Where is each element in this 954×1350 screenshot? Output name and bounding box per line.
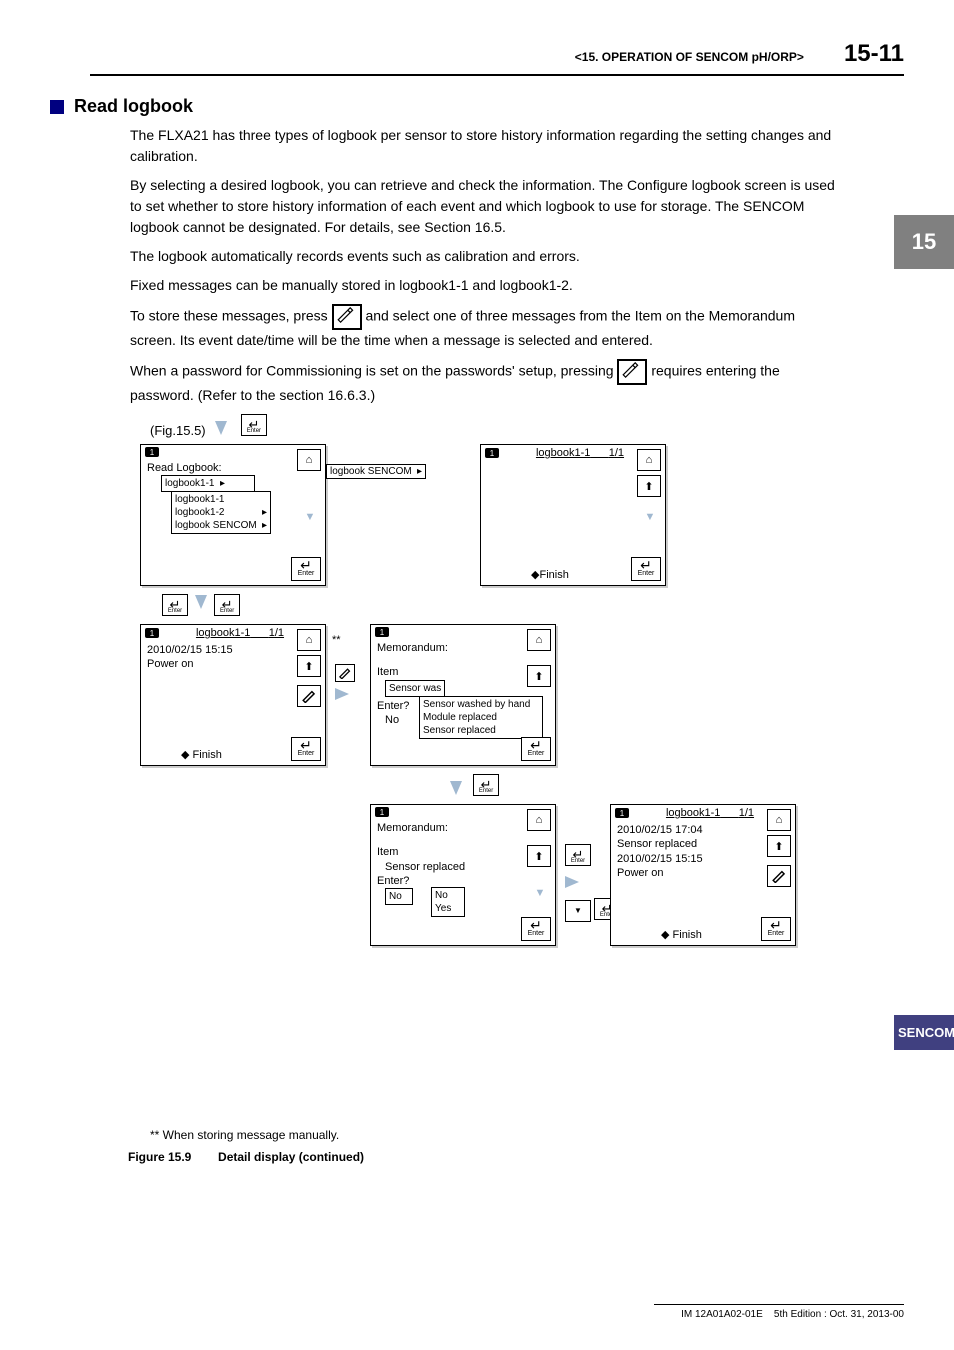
item-option[interactable]: Sensor replaced xyxy=(423,724,539,737)
page-number: 15-11 xyxy=(844,40,904,68)
item-option[interactable]: Sensor washed by hand xyxy=(423,698,539,711)
enter-button[interactable]: Enter xyxy=(291,737,321,761)
body-p4: Fixed messages can be manually stored in… xyxy=(130,275,844,296)
screen-memorandum-item: 1 Memorandum: Item Sensor was Sensor was… xyxy=(370,624,556,766)
item-value: Sensor replaced xyxy=(385,860,549,874)
item-select[interactable]: Sensor was xyxy=(385,680,445,697)
pencil-button[interactable] xyxy=(767,865,791,887)
body-p2: By selecting a desired logbook, you can … xyxy=(130,175,844,238)
body-p6: When a password for Commissioning is set… xyxy=(130,359,844,406)
home-button[interactable]: ⌂ xyxy=(637,449,661,471)
home-button[interactable]: ⌂ xyxy=(527,809,551,831)
screen-memorandum-enter: 1 Memorandum: Item Sensor replaced Enter… xyxy=(370,804,556,946)
screen-logbook-empty: 1 logbook1-1 1/1 ⌂ ⬆ ▼ ◆Finish Enter xyxy=(480,444,666,586)
enter-button[interactable]: Enter xyxy=(521,917,551,941)
up-button[interactable]: ⬆ xyxy=(297,655,321,677)
scroll-down-icon[interactable]: ▼ xyxy=(299,507,321,527)
breadcrumb: <15. OPERATION OF SENCOM pH/ORP> xyxy=(575,50,804,64)
page-header: <15. OPERATION OF SENCOM pH/ORP> 15-11 xyxy=(90,40,904,76)
home-button[interactable]: ⌂ xyxy=(527,629,551,651)
home-button[interactable]: ⌂ xyxy=(297,449,321,471)
sensor-indicator-icon: 1 xyxy=(145,628,159,638)
screen-logbook-updated: 1 logbook1-1 1/1 2010/02/15 17:04 Sensor… xyxy=(610,804,796,946)
enter-button[interactable]: Enter xyxy=(521,737,551,761)
enter-option[interactable]: No xyxy=(435,889,461,902)
pencil-icon[interactable] xyxy=(332,304,362,330)
enter-button[interactable] xyxy=(473,774,499,796)
arrow-right-icon xyxy=(565,876,579,888)
log-timestamp: 2010/02/15 15:15 xyxy=(147,643,319,657)
logbook-option[interactable]: logbook SENCOM xyxy=(175,519,257,532)
up-button[interactable]: ⬆ xyxy=(767,835,791,857)
page-footer: IM 12A01A02-01E 5th Edition : Oct. 31, 2… xyxy=(654,1304,904,1320)
up-button[interactable]: ⬆ xyxy=(637,475,661,497)
body-p5a: To store these messages, press xyxy=(130,308,332,324)
enter-button[interactable]: Enter xyxy=(631,557,661,581)
diagram: 1 Read Logbook: logbook1-1 ▸ logbook1-1 … xyxy=(140,444,904,1124)
enter-button[interactable] xyxy=(565,844,591,866)
body-p5: To store these messages, press and selec… xyxy=(130,304,844,351)
up-button[interactable]: ⬆ xyxy=(527,665,551,687)
logbook-select[interactable]: logbook1-1 ▸ xyxy=(161,475,255,492)
enter-select[interactable]: No xyxy=(385,888,413,905)
up-button[interactable]: ⬆ xyxy=(527,845,551,867)
arrow-down-icon xyxy=(215,421,227,435)
pencil-button[interactable] xyxy=(297,685,321,707)
footnote: ** When storing message manually. xyxy=(150,1128,904,1142)
log-event: Sensor replaced xyxy=(617,837,789,851)
arrow-down-icon xyxy=(450,781,462,795)
screen-logbook-entry: 1 logbook1-1 1/1 2010/02/15 15:15 Power … xyxy=(140,624,326,766)
log-event: Power on xyxy=(617,866,789,880)
sensor-indicator-icon: 1 xyxy=(615,808,629,818)
log-timestamp: 2010/02/15 15:15 xyxy=(617,852,789,866)
pencil-button[interactable] xyxy=(335,664,355,682)
branch-label: logbook SENCOM▸ xyxy=(326,464,426,479)
screen-read-logbook: 1 Read Logbook: logbook1-1 ▸ logbook1-1 … xyxy=(140,444,326,586)
sensor-indicator-icon: 1 xyxy=(375,627,389,637)
sensor-indicator-icon: 1 xyxy=(145,447,159,457)
item-label: Item xyxy=(377,845,549,859)
arrow-down-icon xyxy=(195,595,207,609)
body-p1: The FLXA21 has three types of logbook pe… xyxy=(130,125,844,167)
figure-caption: Figure 15.9 Detail display (continued) xyxy=(128,1150,904,1164)
enter-button[interactable] xyxy=(241,414,267,436)
item-label: Item xyxy=(377,665,549,679)
log-timestamp: 2010/02/15 17:04 xyxy=(617,823,789,837)
scroll-down-icon[interactable]: ▼ xyxy=(639,507,661,527)
annotation-marker: ** xyxy=(332,634,341,646)
screen-title: Memorandum: xyxy=(377,821,549,835)
finish-button[interactable]: ◆ Finish xyxy=(181,748,222,761)
enter-button[interactable] xyxy=(162,594,188,616)
sensor-indicator-icon: 1 xyxy=(485,448,499,458)
pencil-icon[interactable] xyxy=(617,359,647,385)
log-event: Power on xyxy=(147,657,319,671)
enter-button[interactable]: Enter xyxy=(761,917,791,941)
enter-option[interactable]: Yes xyxy=(435,902,461,915)
home-button[interactable]: ⌂ xyxy=(767,809,791,831)
screen-title: Read Logbook: xyxy=(147,461,319,475)
side-tab-chapter: 15 xyxy=(894,215,954,269)
body-p6a: When a password for Commissioning is set… xyxy=(130,363,617,379)
logbook-option[interactable]: logbook1-2 xyxy=(175,506,224,519)
item-option[interactable]: Module replaced xyxy=(423,711,539,724)
body-p3: The logbook automatically records events… xyxy=(130,246,844,267)
sensor-indicator-icon: 1 xyxy=(375,807,389,817)
screen-title: Memorandum: xyxy=(377,641,549,655)
finish-button[interactable]: ◆Finish xyxy=(531,568,569,581)
enter-label: Enter? xyxy=(377,874,549,888)
bullet-square-icon xyxy=(50,100,64,114)
section-title-text: Read logbook xyxy=(74,96,193,117)
section-title: Read logbook xyxy=(50,96,904,117)
figure-reference: (Fig.15.5) xyxy=(150,414,904,438)
enter-button[interactable] xyxy=(214,594,240,616)
enter-button[interactable]: Enter xyxy=(291,557,321,581)
home-button[interactable]: ⌂ xyxy=(297,629,321,651)
finish-button[interactable]: ◆ Finish xyxy=(661,928,702,941)
dropdown-button[interactable]: ▼ xyxy=(565,900,591,922)
arrow-right-icon xyxy=(335,688,349,700)
logbook-option[interactable]: logbook1-1 xyxy=(175,493,267,506)
scroll-down-icon[interactable]: ▼ xyxy=(529,883,551,903)
